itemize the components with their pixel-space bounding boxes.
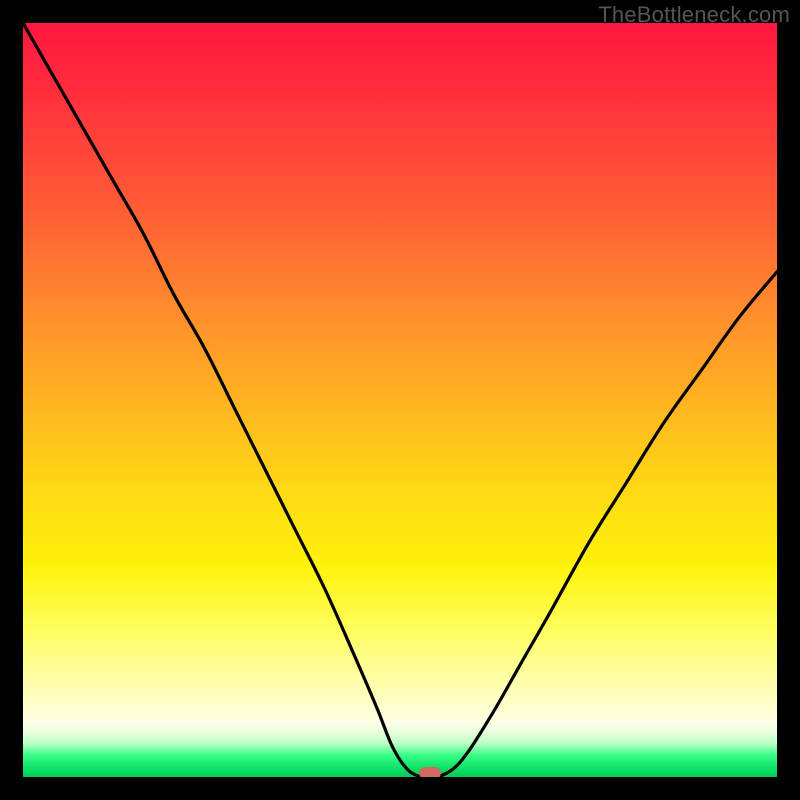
plot-area xyxy=(23,23,777,777)
curve-path xyxy=(23,23,777,777)
chart-frame: TheBottleneck.com xyxy=(0,0,800,800)
minimum-marker xyxy=(419,767,441,777)
attribution-text: TheBottleneck.com xyxy=(598,2,790,28)
bottleneck-curve xyxy=(23,23,777,777)
